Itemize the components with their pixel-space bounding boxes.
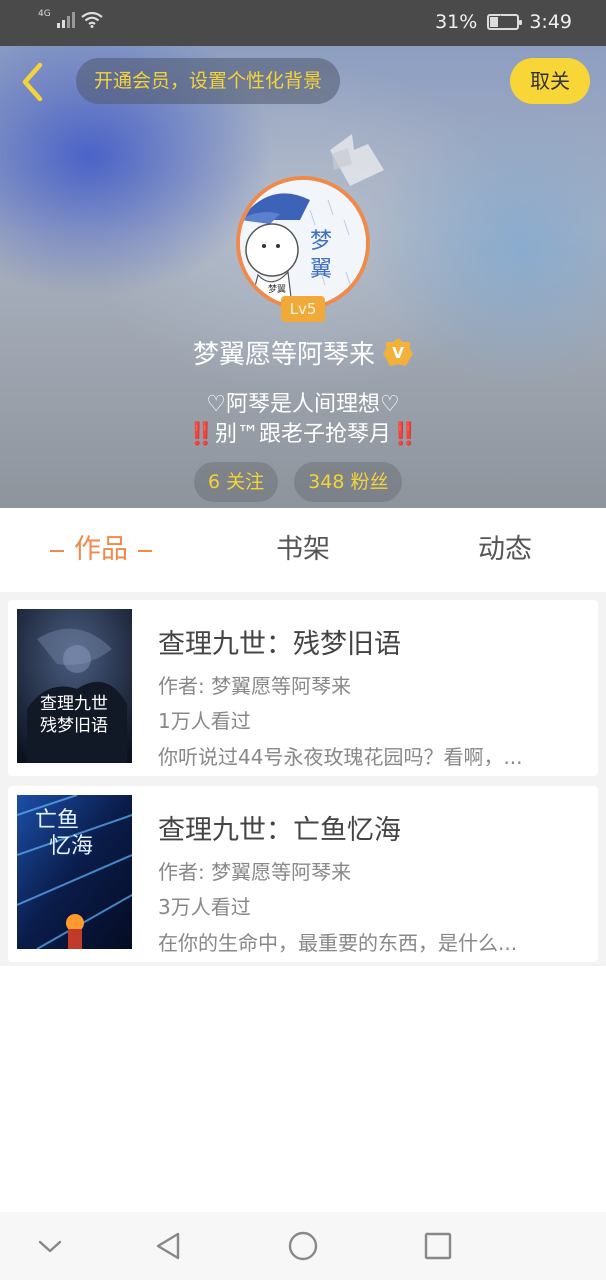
work-card[interactable]: 查理九世 残梦旧语 查理九世：残梦旧语 作者: 梦翼愿等阿琴来 1万人看过 你听… xyxy=(8,600,598,776)
charging-icon: ϟ xyxy=(497,14,506,28)
network-type: 4G xyxy=(38,9,51,19)
home-circle-icon[interactable] xyxy=(285,1228,321,1264)
work-views: 1万人看过 xyxy=(158,709,251,733)
tab-works-label: 作品 xyxy=(74,534,128,565)
tab-indicator-left xyxy=(50,549,64,552)
followers-count[interactable]: 348 粉丝 xyxy=(294,462,403,502)
profile-header: 开通会员，设置个性化背景 取关 梦 翼 梦翼 Lv5 梦翼愿等阿琴来 V ♡阿琴… xyxy=(0,46,606,508)
profile-tabs: 作品 书架 动态 xyxy=(0,508,606,592)
stats: 6 关注 348 粉丝 xyxy=(194,462,403,502)
svg-text:梦翼: 梦翼 xyxy=(268,284,286,295)
tab-works[interactable]: 作品 xyxy=(0,508,202,592)
level-badge: Lv5 xyxy=(281,296,325,322)
work-cover: 查理九世 残梦旧语 xyxy=(17,609,132,763)
vip-background-prompt[interactable]: 开通会员，设置个性化背景 xyxy=(76,58,341,104)
work-description: 你听说过44号永夜玫瑰花园吗？看啊，... xyxy=(158,745,523,769)
work-cover: 亡鱼 忆海 xyxy=(17,795,132,949)
back-button[interactable] xyxy=(14,60,50,104)
svg-text:V: V xyxy=(392,344,404,362)
verified-badge-icon: V xyxy=(383,337,413,367)
username-row: 梦翼愿等阿琴来 V xyxy=(0,332,606,372)
works-list: 查理九世 残梦旧语 查理九世：残梦旧语 作者: 梦翼愿等阿琴来 1万人看过 你听… xyxy=(0,592,606,966)
recents-square-icon[interactable] xyxy=(420,1228,456,1264)
svg-text:亡鱼: 亡鱼 xyxy=(35,808,79,833)
tab-indicator-right xyxy=(138,549,152,552)
wifi-icon xyxy=(81,12,103,28)
svg-text:残梦旧语: 残梦旧语 xyxy=(40,716,108,736)
work-title: 查理九世：残梦旧语 xyxy=(158,629,401,660)
status-right: 31% ϟ 3:49 xyxy=(435,11,572,33)
back-triangle-icon[interactable] xyxy=(150,1228,186,1264)
avatar[interactable]: 梦 翼 梦翼 xyxy=(236,176,370,310)
bio-line-2: ‼️别™跟老子抢琴月‼️ xyxy=(187,422,419,447)
work-views: 3万人看过 xyxy=(158,895,251,919)
work-card[interactable]: 亡鱼 忆海 查理九世：亡鱼忆海 作者: 梦翼愿等阿琴来 3万人看过 在你的生命中… xyxy=(8,786,598,962)
system-nav-bar xyxy=(0,1212,606,1280)
battery-icon: ϟ xyxy=(487,14,523,30)
username: 梦翼愿等阿琴来 xyxy=(192,339,375,370)
avatar-image: 梦 翼 梦翼 xyxy=(240,180,366,306)
svg-text:梦: 梦 xyxy=(310,229,332,254)
following-count[interactable]: 6 关注 xyxy=(194,462,279,502)
svg-text:忆海: 忆海 xyxy=(49,834,93,859)
status-bar: 4G 31% ϟ 3:49 xyxy=(0,0,606,46)
chevron-left-icon xyxy=(22,62,43,102)
tab-activity[interactable]: 动态 xyxy=(404,508,606,592)
work-author: 作者: 梦翼愿等阿琴来 xyxy=(158,674,352,698)
svg-text:翼: 翼 xyxy=(310,257,332,282)
work-title: 查理九世：亡鱼忆海 xyxy=(158,815,401,846)
work-author: 作者: 梦翼愿等阿琴来 xyxy=(158,860,352,884)
clock: 3:49 xyxy=(529,11,572,33)
status-left: 4G xyxy=(38,9,103,28)
svg-text:查理九世: 查理九世 xyxy=(40,694,108,714)
unfollow-button[interactable]: 取关 xyxy=(510,58,590,104)
signal-icon xyxy=(56,12,75,28)
bio-line-1: ♡阿琴是人间理想♡ xyxy=(206,392,400,417)
battery-percent: 31% xyxy=(435,11,478,33)
work-description: 在你的生命中，最重要的东西，是什么... xyxy=(158,931,518,955)
tab-bookshelf[interactable]: 书架 xyxy=(202,508,404,592)
chevron-down-icon[interactable] xyxy=(32,1228,68,1264)
